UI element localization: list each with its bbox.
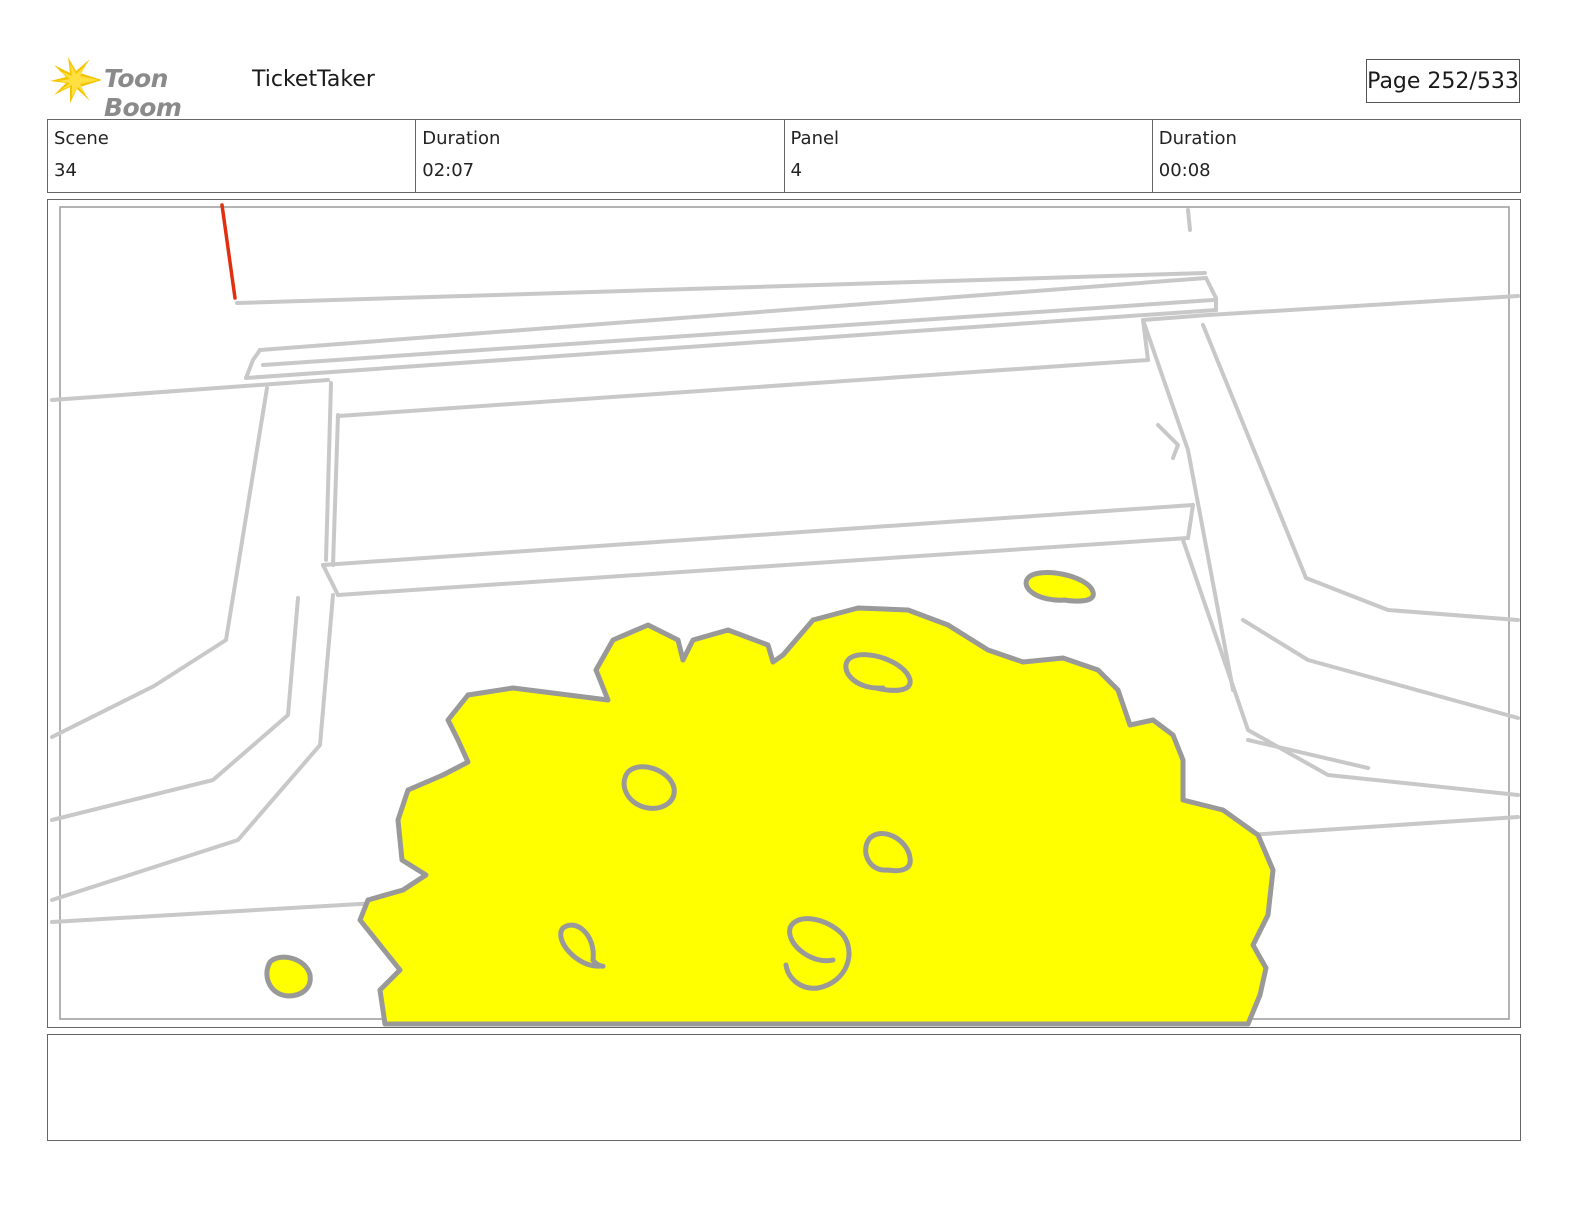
storyboard-panel: [47, 199, 1521, 1028]
sketch-line: [50, 593, 335, 902]
scene-duration-value: 02:07: [422, 160, 475, 181]
bubble: [1023, 570, 1096, 604]
sketch-line: [1206, 294, 1520, 317]
sketch-line: [331, 413, 340, 567]
notes-box: [47, 1034, 1521, 1141]
sketch-line: [1201, 323, 1520, 622]
scene-value: 34: [54, 160, 77, 181]
bubble: [264, 954, 313, 999]
sketch-line: [321, 503, 1195, 567]
sketch-line: [1156, 423, 1180, 460]
sketch-line: [244, 308, 1218, 380]
panel-duration-value: 00:08: [1158, 160, 1211, 181]
scene-cell: Scene 34: [48, 120, 415, 192]
sketch-line: [1186, 503, 1195, 540]
sketch-line: [1186, 208, 1192, 232]
sketch-line: [261, 298, 1215, 367]
toon-boom-logo: Toon Boom: [50, 55, 250, 122]
sketch-line: [244, 348, 262, 380]
sketch-line: [1181, 538, 1520, 797]
red-sketch-line: [220, 203, 237, 300]
sketch-line: [1241, 618, 1520, 720]
sketch-line: [1204, 276, 1218, 312]
scene-info-table: Scene 34 Duration 02:07 Panel 4 Duration…: [47, 119, 1521, 193]
starburst-icon: [50, 57, 102, 103]
sketch-line: [50, 386, 269, 739]
sketch-line: [1246, 815, 1520, 837]
page-number: Page 252/533: [1366, 59, 1520, 103]
panel-cell: Panel 4: [783, 120, 1152, 192]
sketch-line: [336, 358, 1150, 418]
sketch-line: [50, 378, 330, 402]
panel-value: 4: [790, 160, 802, 181]
scene-duration-cell: Duration 02:07: [415, 120, 783, 192]
panel-sketch: [50, 203, 1520, 1027]
panel-duration-label: Duration: [1158, 128, 1237, 149]
sketch-line: [324, 381, 333, 562]
panel-duration-cell: Duration 00:08: [1151, 120, 1520, 192]
sketch-line: [321, 563, 340, 597]
project-name: TicketTaker: [252, 67, 375, 92]
scene-label: Scene: [54, 128, 109, 149]
scene-duration-label: Duration: [422, 128, 501, 149]
logo-text: Toon Boom: [104, 64, 182, 122]
panel-label: Panel: [790, 128, 840, 149]
sketch-line: [50, 596, 300, 822]
